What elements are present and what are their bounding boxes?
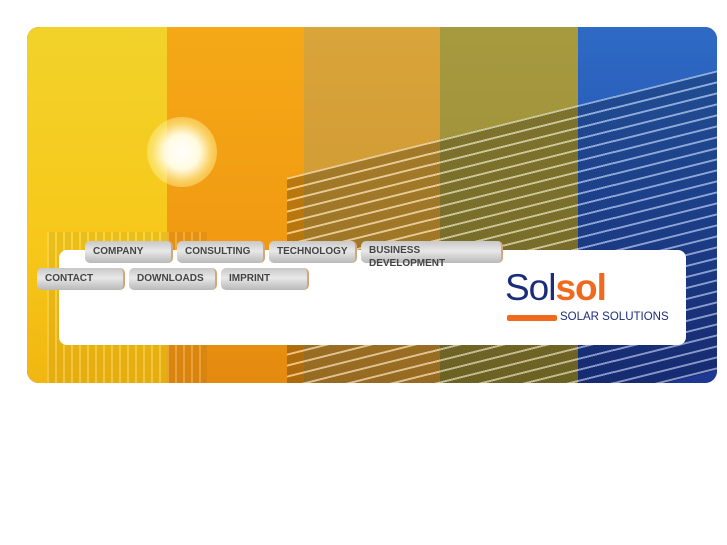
logo-tagline: SOLAR SOLUTIONS [560, 311, 669, 323]
nav-business-development[interactable]: BUSINESS DEVELOPMENT [361, 241, 503, 269]
nav-imprint-label: IMPRINT [229, 273, 271, 284]
logo-word-part1: Sol [505, 267, 556, 308]
nav-consulting[interactable]: CONSULTING [177, 241, 265, 263]
logo-wordmark: Solsol [505, 267, 607, 308]
nav-technology-label: TECHNOLOGY [277, 246, 348, 257]
nav-technology[interactable]: TECHNOLOGY [269, 241, 357, 263]
nav-imprint[interactable]: IMPRINT [221, 268, 309, 290]
nav-downloads[interactable]: DOWNLOADS [129, 268, 217, 290]
nav-contact-label: CONTACT [45, 273, 94, 284]
nav-company[interactable]: COMPANY [85, 241, 173, 263]
logo-word-part2: sol [555, 267, 606, 308]
nav-consulting-label: CONSULTING [185, 246, 251, 257]
nav-downloads-label: DOWNLOADS [137, 273, 204, 284]
nav-business-label-line1: BUSINESS [369, 245, 421, 256]
nav-business-label-line2: DEVELOPMENT [369, 258, 446, 269]
nav-company-label: COMPANY [93, 246, 144, 257]
solsol-logo[interactable]: Solsol SOLAR SOLUTIONS [505, 268, 675, 328]
logo-accent-bar [507, 315, 557, 321]
nav-contact[interactable]: CONTACT [37, 268, 125, 290]
sun-image [147, 117, 217, 187]
